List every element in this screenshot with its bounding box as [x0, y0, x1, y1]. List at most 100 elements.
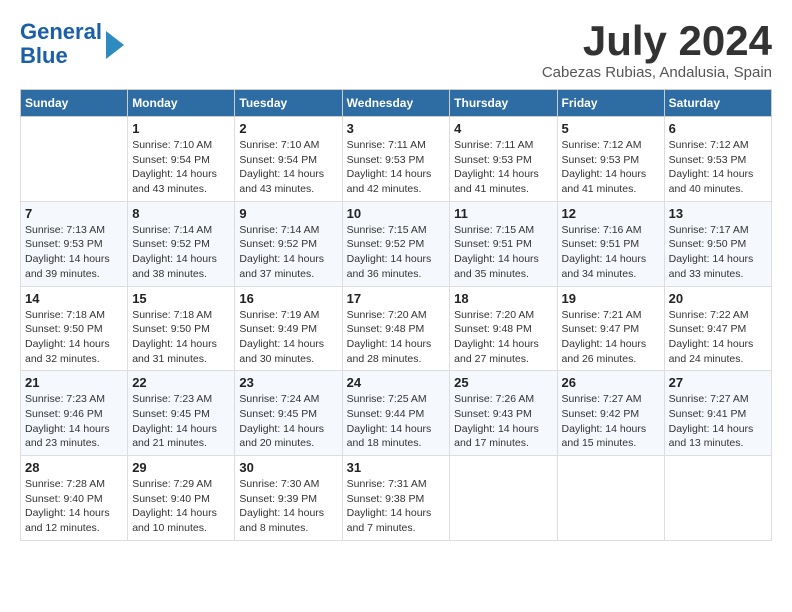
calendar-cell: [664, 456, 771, 541]
calendar-cell: 14Sunrise: 7:18 AM Sunset: 9:50 PM Dayli…: [21, 286, 128, 371]
day-info: Sunrise: 7:26 AM Sunset: 9:43 PM Dayligh…: [454, 392, 552, 451]
calendar-cell: 8Sunrise: 7:14 AM Sunset: 9:52 PM Daylig…: [128, 201, 235, 286]
calendar-cell: 18 Sunrise: 7:20 AM Sunset: 9:48 PM Dayli…: [450, 286, 557, 371]
day-number: 2: [239, 121, 337, 136]
logo-line1: General: [20, 19, 102, 44]
calendar-cell: 26 Sunrise: 7:27 AM Sunset: 9:42 PM Dayli…: [557, 371, 664, 456]
weekday-header-tuesday: Tuesday: [235, 90, 342, 117]
day-number: 27: [669, 375, 767, 390]
day-info: Sunrise: 7:25 AM Sunset: 9:44 PM Dayligh…: [347, 392, 446, 451]
day-info: Sunrise: 7:23 AM Sunset: 9:45 PM Dayligh…: [132, 392, 230, 451]
logo: General Blue: [20, 20, 124, 68]
day-number: 13: [669, 206, 767, 221]
calendar-cell: 6Sunrise: 7:12 AM Sunset: 9:53 PM Daylig…: [664, 117, 771, 202]
day-info: Sunrise: 7:31 AM Sunset: 9:38 PM Dayligh…: [347, 477, 446, 536]
calendar-cell: 20Sunrise: 7:22 AM Sunset: 9:47 PM Dayli…: [664, 286, 771, 371]
day-info: Sunrise: 7:11 AM Sunset: 9:53 PM Dayligh…: [454, 138, 552, 197]
day-info: Sunrise: 7:27 AM Sunset: 9:41 PM Dayligh…: [669, 392, 767, 451]
day-number: 17: [347, 291, 446, 306]
day-number: 20: [669, 291, 767, 306]
day-number: 26: [562, 375, 660, 390]
day-info: Sunrise: 7:28 AM Sunset: 9:40 PM Dayligh…: [25, 477, 123, 536]
calendar-cell: 2 Sunrise: 7:10 AM Sunset: 9:54 PM Daylig…: [235, 117, 342, 202]
calendar-cell: 17Sunrise: 7:20 AM Sunset: 9:48 PM Dayli…: [342, 286, 450, 371]
calendar-cell: 12 Sunrise: 7:16 AM Sunset: 9:51 PM Dayli…: [557, 201, 664, 286]
calendar-cell: [21, 117, 128, 202]
calendar-cell: 15 Sunrise: 7:18 AM Sunset: 9:50 PM Dayli…: [128, 286, 235, 371]
month-title: July 2024: [542, 20, 772, 62]
day-number: 23: [239, 375, 337, 390]
day-info: Sunrise: 7:12 AM Sunset: 9:53 PM Dayligh…: [669, 138, 767, 197]
day-info: Sunrise: 7:23 AM Sunset: 9:46 PM Dayligh…: [25, 392, 123, 451]
week-row-2: 7Sunrise: 7:13 AM Sunset: 9:53 PM Daylig…: [21, 201, 772, 286]
day-info: Sunrise: 7:18 AM Sunset: 9:50 PM Dayligh…: [25, 308, 123, 367]
day-number: 9: [239, 206, 337, 221]
day-number: 4: [454, 121, 552, 136]
calendar-table: SundayMondayTuesdayWednesdayThursdayFrid…: [20, 89, 772, 541]
day-number: 28: [25, 460, 123, 475]
weekday-header-monday: Monday: [128, 90, 235, 117]
day-info: Sunrise: 7:11 AM Sunset: 9:53 PM Dayligh…: [347, 138, 446, 197]
day-number: 31: [347, 460, 446, 475]
calendar-cell: 31 Sunrise: 7:31 AM Sunset: 9:38 PM Dayli…: [342, 456, 450, 541]
calendar-cell: 19Sunrise: 7:21 AM Sunset: 9:47 PM Dayli…: [557, 286, 664, 371]
day-number: 10: [347, 206, 446, 221]
weekday-header-wednesday: Wednesday: [342, 90, 450, 117]
title-block: July 2024 Cabezas Rubias, Andalusia, Spa…: [542, 20, 772, 81]
calendar-cell: 30 Sunrise: 7:30 AM Sunset: 9:39 PM Dayli…: [235, 456, 342, 541]
calendar-cell: 16 Sunrise: 7:19 AM Sunset: 9:49 PM Dayli…: [235, 286, 342, 371]
day-info: Sunrise: 7:27 AM Sunset: 9:42 PM Dayligh…: [562, 392, 660, 451]
day-info: Sunrise: 7:24 AM Sunset: 9:45 PM Dayligh…: [239, 392, 337, 451]
calendar-cell: 3Sunrise: 7:11 AM Sunset: 9:53 PM Daylig…: [342, 117, 450, 202]
day-info: Sunrise: 7:18 AM Sunset: 9:50 PM Dayligh…: [132, 308, 230, 367]
day-info: Sunrise: 7:10 AM Sunset: 9:54 PM Dayligh…: [239, 138, 337, 197]
week-row-1: 1 Sunrise: 7:10 AM Sunset: 9:54 PM Daylig…: [21, 117, 772, 202]
day-number: 21: [25, 375, 123, 390]
calendar-cell: 7Sunrise: 7:13 AM Sunset: 9:53 PM Daylig…: [21, 201, 128, 286]
week-row-3: 14Sunrise: 7:18 AM Sunset: 9:50 PM Dayli…: [21, 286, 772, 371]
calendar-cell: 28 Sunrise: 7:28 AM Sunset: 9:40 PM Dayli…: [21, 456, 128, 541]
day-number: 5: [562, 121, 660, 136]
calendar-cell: 4 Sunrise: 7:11 AM Sunset: 9:53 PM Daylig…: [450, 117, 557, 202]
page-header: General Blue July 2024 Cabezas Rubias, A…: [20, 20, 772, 81]
week-row-4: 21 Sunrise: 7:23 AM Sunset: 9:46 PM Dayli…: [21, 371, 772, 456]
day-info: Sunrise: 7:16 AM Sunset: 9:51 PM Dayligh…: [562, 223, 660, 282]
day-number: 25: [454, 375, 552, 390]
day-number: 15: [132, 291, 230, 306]
logo-arrow-icon: [106, 31, 124, 59]
day-info: Sunrise: 7:15 AM Sunset: 9:51 PM Dayligh…: [454, 223, 552, 282]
day-info: Sunrise: 7:21 AM Sunset: 9:47 PM Dayligh…: [562, 308, 660, 367]
calendar-cell: 13 Sunrise: 7:17 AM Sunset: 9:50 PM Dayli…: [664, 201, 771, 286]
calendar-cell: 22Sunrise: 7:23 AM Sunset: 9:45 PM Dayli…: [128, 371, 235, 456]
calendar-cell: 23 Sunrise: 7:24 AM Sunset: 9:45 PM Dayli…: [235, 371, 342, 456]
day-number: 30: [239, 460, 337, 475]
calendar-cell: 27 Sunrise: 7:27 AM Sunset: 9:41 PM Dayli…: [664, 371, 771, 456]
day-info: Sunrise: 7:29 AM Sunset: 9:40 PM Dayligh…: [132, 477, 230, 536]
day-info: Sunrise: 7:17 AM Sunset: 9:50 PM Dayligh…: [669, 223, 767, 282]
day-number: 11: [454, 206, 552, 221]
day-info: Sunrise: 7:30 AM Sunset: 9:39 PM Dayligh…: [239, 477, 337, 536]
calendar-cell: 5 Sunrise: 7:12 AM Sunset: 9:53 PM Daylig…: [557, 117, 664, 202]
calendar-cell: [450, 456, 557, 541]
day-info: Sunrise: 7:14 AM Sunset: 9:52 PM Dayligh…: [239, 223, 337, 282]
weekday-header-sunday: Sunday: [21, 90, 128, 117]
day-number: 18: [454, 291, 552, 306]
location-subtitle: Cabezas Rubias, Andalusia, Spain: [542, 64, 772, 81]
calendar-cell: 1 Sunrise: 7:10 AM Sunset: 9:54 PM Daylig…: [128, 117, 235, 202]
calendar-cell: [557, 456, 664, 541]
logo-line2: Blue: [20, 43, 68, 68]
day-info: Sunrise: 7:14 AM Sunset: 9:52 PM Dayligh…: [132, 223, 230, 282]
day-info: Sunrise: 7:10 AM Sunset: 9:54 PM Dayligh…: [132, 138, 230, 197]
day-info: Sunrise: 7:20 AM Sunset: 9:48 PM Dayligh…: [454, 308, 552, 367]
day-info: Sunrise: 7:15 AM Sunset: 9:52 PM Dayligh…: [347, 223, 446, 282]
day-number: 1: [132, 121, 230, 136]
day-number: 7: [25, 206, 123, 221]
calendar-cell: 29Sunrise: 7:29 AM Sunset: 9:40 PM Dayli…: [128, 456, 235, 541]
day-info: Sunrise: 7:12 AM Sunset: 9:53 PM Dayligh…: [562, 138, 660, 197]
week-row-5: 28 Sunrise: 7:28 AM Sunset: 9:40 PM Dayli…: [21, 456, 772, 541]
weekday-header-thursday: Thursday: [450, 90, 557, 117]
day-number: 12: [562, 206, 660, 221]
day-info: Sunrise: 7:19 AM Sunset: 9:49 PM Dayligh…: [239, 308, 337, 367]
day-number: 16: [239, 291, 337, 306]
calendar-cell: 21 Sunrise: 7:23 AM Sunset: 9:46 PM Dayli…: [21, 371, 128, 456]
